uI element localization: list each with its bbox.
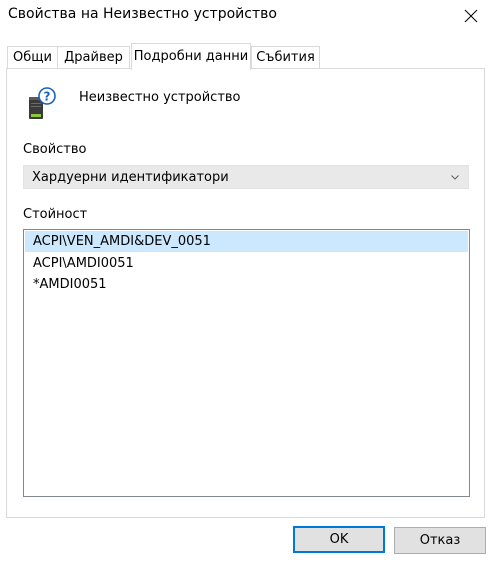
- chevron-down-icon: [451, 175, 459, 180]
- property-dropdown[interactable]: Хардуерни идентификатори: [23, 165, 469, 189]
- property-label: Свойство: [23, 142, 87, 157]
- list-item[interactable]: ACPI\VEN_AMDI&DEV_0051: [25, 231, 468, 252]
- tab-driver[interactable]: Драйвер: [57, 46, 130, 68]
- tab-details[interactable]: Подробни данни: [131, 43, 251, 70]
- list-item[interactable]: *AMDI0051: [25, 274, 468, 295]
- window-title: Свойства на Неизвестно устройство: [8, 6, 277, 22]
- property-dropdown-value: Хардуерни идентификатори: [32, 170, 229, 185]
- title-bar: Свойства на Неизвестно устройство: [0, 0, 494, 32]
- ok-button[interactable]: OK: [293, 526, 385, 553]
- value-label: Стойност: [23, 207, 88, 222]
- close-button[interactable]: [448, 0, 494, 32]
- list-item[interactable]: ACPI\AMDI0051: [25, 253, 468, 274]
- tab-general[interactable]: Общи: [7, 46, 58, 68]
- svg-text:?: ?: [44, 90, 51, 104]
- unknown-device-icon: ?: [29, 87, 56, 119]
- tab-events[interactable]: Събития: [251, 46, 320, 68]
- device-name: Неизвестно устройство: [79, 90, 241, 105]
- close-icon: [464, 9, 478, 23]
- cancel-button[interactable]: Отказ: [394, 527, 486, 554]
- value-listbox[interactable]: ACPI\VEN_AMDI&DEV_0051 ACPI\AMDI0051 *AM…: [23, 229, 470, 497]
